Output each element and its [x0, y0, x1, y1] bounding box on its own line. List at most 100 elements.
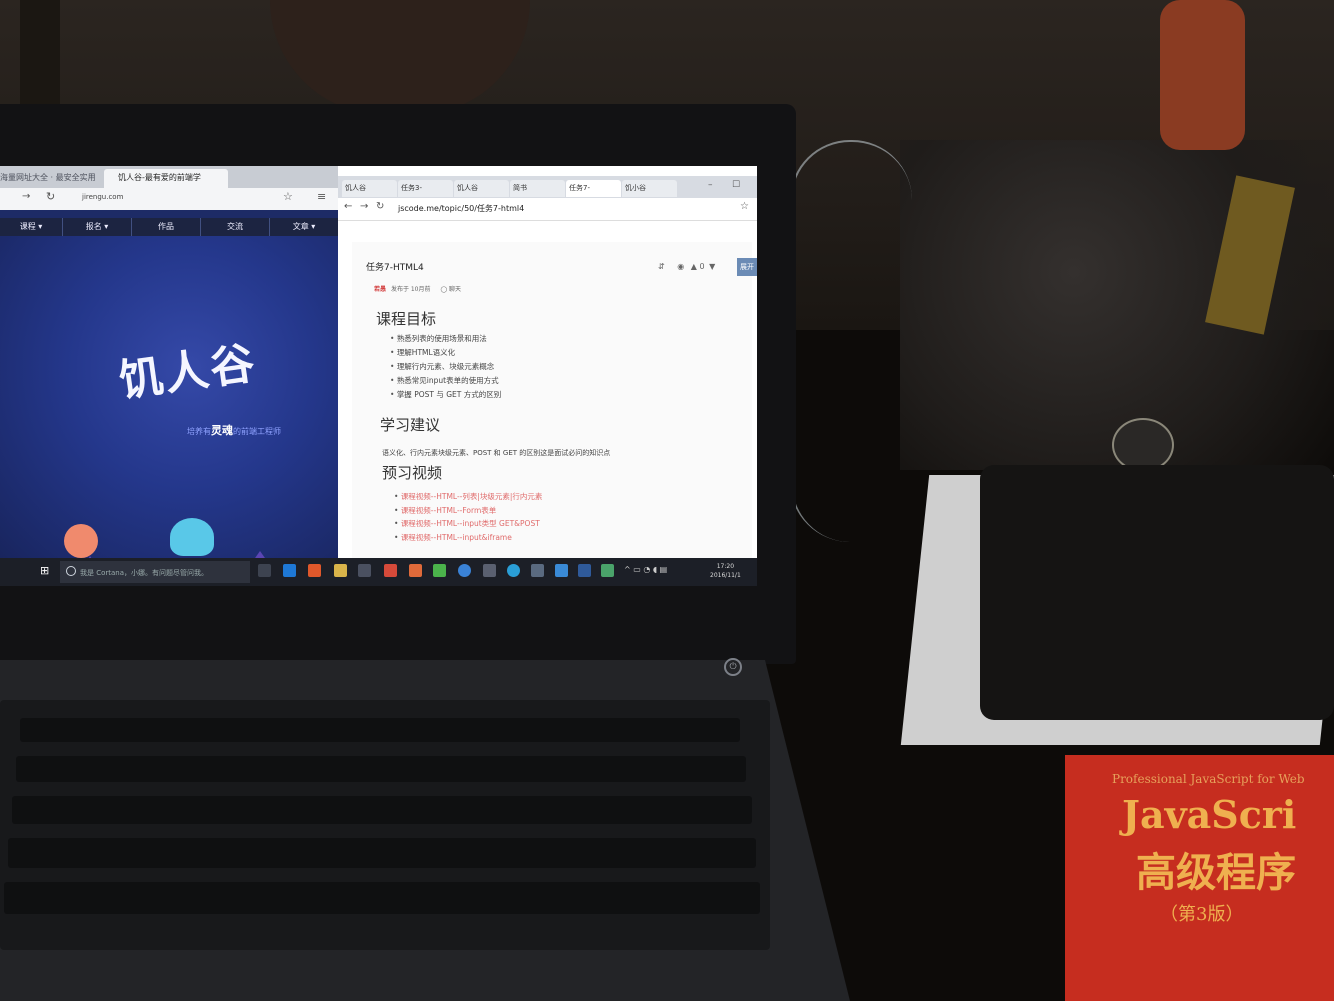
tray-icons[interactable]: ^ ▭ ◔ ◖ ▤ [624, 565, 667, 574]
red-mascot [64, 524, 98, 558]
video-link[interactable]: 课程视频--HTML--input类型 GET&POST [394, 517, 542, 531]
downvote-icon[interactable]: ▼ [709, 262, 715, 271]
app-icon-gray[interactable] [483, 564, 496, 577]
nav-works[interactable]: 作品 [132, 218, 201, 236]
book-subtitle: Professional JavaScript for Web [1112, 772, 1305, 786]
keyboard [0, 700, 770, 950]
key-row [16, 756, 746, 782]
back-icon[interactable]: ← [344, 201, 352, 212]
key-row [12, 796, 752, 824]
advice-text: 语义化、行内元素块级元素、POST 和 GET 的区别这是面试必问的知识点 [382, 449, 611, 457]
videos-heading: 预习视频 [382, 464, 443, 482]
left-url[interactable]: jirengu.com [82, 193, 123, 201]
video-link[interactable]: 课程视频--HTML--input&iframe [394, 531, 542, 545]
right-tab-6[interactable]: 饥小谷 [622, 180, 677, 197]
topic-page: 任务7-HTML4 ⇵ ◉ ▲ 0 ▼ 展开 若愚 发布于 10月前 ◯ 聊天 … [352, 242, 757, 562]
left-tab-2[interactable]: 饥人谷-最有爱的前端学 [104, 169, 228, 188]
app-icon-diamond[interactable] [601, 564, 614, 577]
bookmark-star-icon[interactable]: ☆ [740, 201, 749, 212]
goals-heading: 课程目标 [376, 310, 437, 328]
taskbar-clock[interactable]: 17:20 2016/11/1 [710, 562, 741, 580]
app-icon-blue[interactable] [507, 564, 520, 577]
goals-list: 熟悉列表的使用场景和用法 理解HTML语义化 理解行内元素、块级元素概念 熟悉常… [390, 332, 501, 402]
expand-button[interactable]: 展开 [737, 258, 757, 276]
slogan-pre: 培养有 [187, 427, 211, 436]
goal-item: 掌握 POST 与 GET 方式的区别 [390, 388, 501, 402]
firefox-icon[interactable] [308, 564, 321, 577]
wall-post [20, 0, 60, 110]
right-tab-5[interactable]: 任务7- [566, 180, 621, 197]
topic-meta: 若愚 发布于 10月前 ◯ 聊天 [374, 284, 461, 293]
task-view-icon[interactable] [258, 564, 271, 577]
left-tab-1[interactable]: 海量网址大全 · 最安全实用 [0, 169, 102, 188]
app-icon-doc[interactable] [555, 564, 568, 577]
post-time: 发布于 10月前 [390, 286, 431, 293]
slogan-post: 的前端工程师 [233, 427, 281, 436]
windows-start-icon[interactable]: ⊞ [40, 564, 49, 577]
power-button: ⏻ [724, 658, 742, 676]
cortana-search[interactable]: 我是 Cortana，小娜。有问题尽管问我。 [60, 561, 250, 583]
forward-icon[interactable]: → [22, 191, 30, 202]
slogan-bold: 灵魂 [211, 424, 233, 437]
explorer-icon[interactable] [334, 564, 347, 577]
reload-icon[interactable]: ↻ [376, 201, 384, 212]
minimize-icon[interactable]: – [708, 180, 713, 190]
right-tab-4[interactable]: 简书 [510, 180, 565, 197]
right-url[interactable]: jscode.me/topic/50/任务7-html4 [398, 203, 524, 214]
app-icon-green[interactable] [433, 564, 446, 577]
menu-icon[interactable]: ≡ [317, 190, 326, 203]
reload-icon[interactable]: ↻ [46, 190, 55, 203]
right-tab-strip: 饥人谷 任务3- 饥人谷 简书 任务7- 饥小谷 – ☐ [338, 176, 757, 198]
goal-item: 理解HTML语义化 [390, 346, 501, 360]
site-slogan: 培养有灵魂的前端工程师 [187, 422, 281, 438]
red-toy [1160, 0, 1245, 150]
right-tab-1[interactable]: 饥人谷 [342, 180, 397, 197]
app-icon-word[interactable] [578, 564, 591, 577]
right-tab-3[interactable]: 饥人谷 [454, 180, 509, 197]
cortana-icon [66, 566, 76, 576]
app-icon-slate[interactable] [531, 564, 544, 577]
right-address-bar[interactable]: ← → ↻ jscode.me/topic/50/任务7-html4 ☆ [338, 198, 757, 221]
chat-link[interactable]: 聊天 [449, 286, 461, 293]
left-tab-strip: 海量网址大全 · 最安全实用 饥人谷-最有爱的前端学 [0, 166, 338, 188]
star-icon[interactable]: ☆ [283, 190, 293, 203]
key-row [4, 882, 760, 914]
book-title-cn: 高级程序 [1136, 849, 1296, 896]
chat-icon: ◯ [440, 286, 448, 293]
view-icon: ◉ [677, 262, 685, 271]
maximize-icon[interactable]: ☐ [732, 180, 740, 190]
nav-forum[interactable]: 交流 [201, 218, 270, 236]
sort-icon[interactable]: ⇵ [658, 262, 665, 271]
upvote-icon[interactable]: ▲ [691, 262, 697, 271]
video-link[interactable]: 课程视频--HTML--Form表单 [394, 504, 542, 518]
clock-time: 17:20 [716, 563, 735, 570]
app-icon-orange[interactable] [409, 564, 422, 577]
site-nav: 课程 ▾ 报名 ▾ 作品 交流 文章 ▾ [0, 218, 339, 236]
left-address-bar[interactable]: → ↻ jirengu.com ☆ ≡ [0, 188, 338, 210]
black-notebook [980, 465, 1334, 720]
nav-articles[interactable]: 文章 ▾ [270, 218, 339, 236]
goal-item: 理解行内元素、块级元素概念 [390, 360, 501, 374]
right-browser-window: 饥人谷 任务3- 饥人谷 简书 任务7- 饥小谷 – ☐ ← → ↻ jscod… [338, 176, 757, 566]
chrome-icon[interactable] [458, 564, 471, 577]
laptop-screen: 海量网址大全 · 最安全实用 饥人谷-最有爱的前端学 → ↻ jirengu.c… [0, 166, 757, 586]
book-title: JavaScri [1122, 792, 1297, 837]
topic-title: 任务7-HTML4 [366, 263, 424, 273]
right-tab-2[interactable]: 任务3- [398, 180, 453, 197]
edge-icon[interactable] [283, 564, 296, 577]
advice-heading: 学习建议 [380, 416, 441, 434]
forward-icon[interactable]: → [360, 201, 368, 212]
store-icon[interactable] [358, 564, 371, 577]
vote-count: 0 [699, 262, 705, 271]
key-row [20, 718, 740, 742]
cortana-placeholder: 我是 Cortana，小娜。有问题尽管问我。 [80, 569, 209, 577]
nav-signup[interactable]: 报名 ▾ [63, 218, 132, 236]
nav-courses[interactable]: 课程 ▾ [0, 218, 63, 236]
charging-cable [790, 140, 912, 542]
video-link[interactable]: 课程视频--HTML--列表|块级元素|行内元素 [394, 490, 543, 504]
author-name[interactable]: 若愚 [374, 286, 386, 293]
goal-item: 熟悉常见input表单的使用方式 [390, 374, 501, 388]
app-icon-red[interactable] [384, 564, 397, 577]
topic-tools: ⇵ ◉ ▲ 0 ▼ [658, 262, 715, 271]
key-row [8, 838, 756, 868]
